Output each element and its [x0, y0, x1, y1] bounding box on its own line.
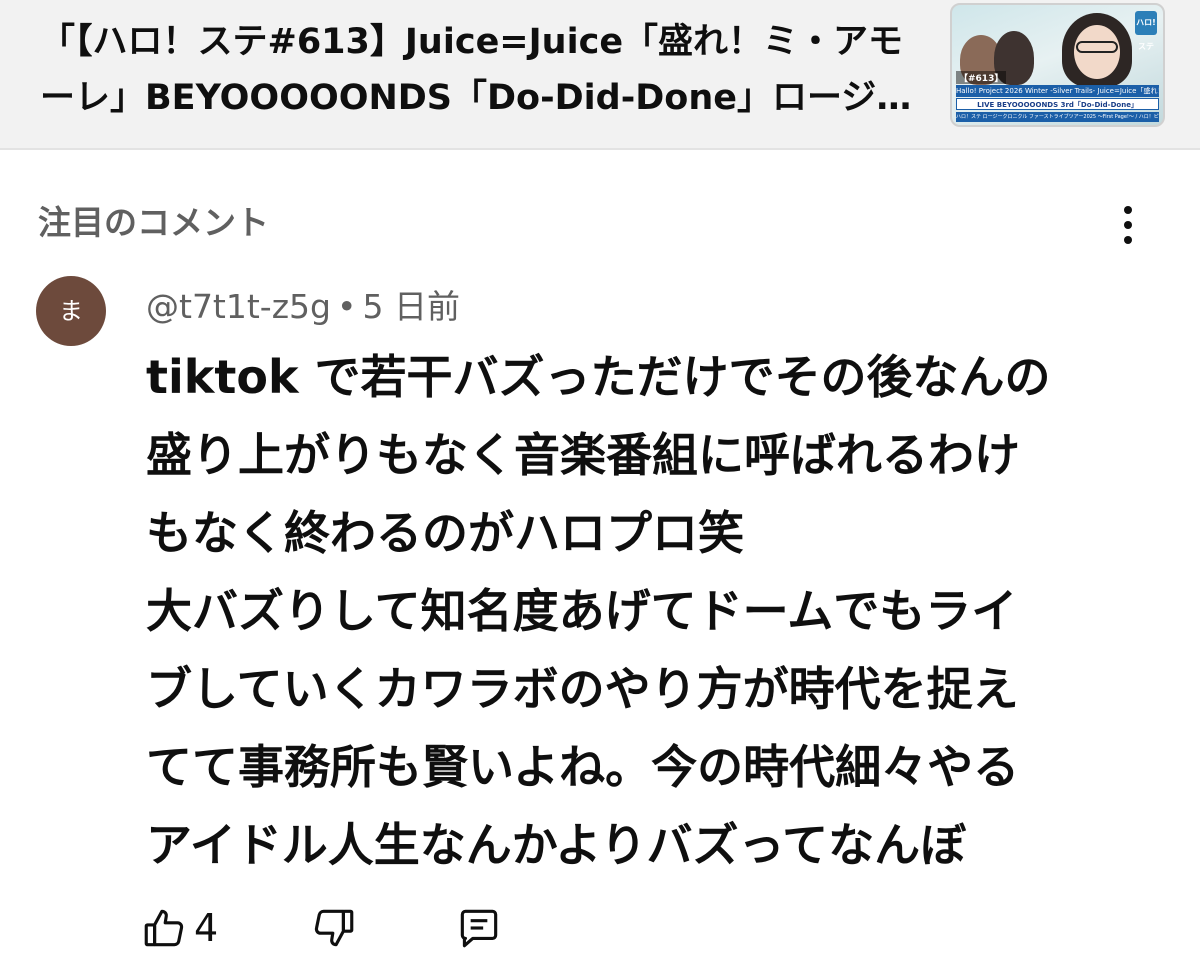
comment-line: もなく終わるのがハロプロ笑 [146, 506, 744, 560]
comment-time: 5 日前 [362, 287, 460, 326]
thumbnail-glasses [1076, 41, 1118, 53]
video-header[interactable]: 「【ハロ！ステ#613】Juice=Juice「盛れ！ミ・アモーレ」BEYOOO… [0, 0, 1200, 150]
reply-comment-icon [460, 909, 498, 948]
avatar[interactable]: ま [36, 276, 106, 346]
video-title[interactable]: 「【ハロ！ステ#613】Juice=Juice「盛れ！ミ・アモーレ」BEYOOO… [40, 14, 920, 126]
comments-section-title: 注目のコメント [38, 203, 269, 242]
comment-actions: 4 [140, 900, 560, 956]
reply-button[interactable] [454, 900, 504, 956]
meta-separator: • [336, 287, 357, 326]
menu-dot [1124, 206, 1132, 214]
thumbnail-episode-tag: 【#613】 [956, 71, 1007, 84]
menu-dot [1124, 236, 1132, 244]
comment-author[interactable]: @t7t1t-z5g [146, 287, 331, 326]
thumbnail-caption-2: LIVE BEYOOOOONDS 3rd「Do-Did-Done」 [956, 98, 1159, 110]
comment-line: 大バズりして知名度あげてドームでもライ [146, 584, 1018, 638]
dislike-button[interactable] [308, 900, 358, 956]
thumbnail-caption-1: Hallo! Project 2026 Winter -Silver Trail… [956, 85, 1159, 97]
thumbs-down-icon [314, 909, 354, 947]
comment-line: アイドル人生なんかよりバズってなんぼ [146, 818, 967, 872]
thumbnail-caption-3: ハロ！ステ ロージークロニクル ファーストライブツアー2025 〜First P… [956, 112, 1159, 122]
comment-text[interactable]: tiktok で若干バズっただけでその後なんの 盛り上がりもなく音楽番組に呼ばれ… [146, 338, 1146, 884]
more-vertical-icon[interactable] [1112, 202, 1144, 248]
comment-line: ブしていくカワラボのやり方が時代を捉え [146, 662, 1019, 716]
menu-dot [1124, 221, 1132, 229]
comment-line: tiktok で若干バズっただけでその後なんの [146, 350, 1051, 404]
comment-line: 盛り上がりもなく音楽番組に呼ばれるわけ [146, 428, 1020, 482]
video-thumbnail[interactable]: ハロ!ステ 【#613】 Hallo! Project 2026 Winter … [950, 3, 1165, 127]
like-count: 4 [194, 906, 219, 950]
like-button[interactable]: 4 [140, 900, 218, 956]
thumbs-up-icon [144, 909, 184, 947]
comment-line: てて事務所も賢いよね。今の時代細々やる [146, 740, 1020, 794]
comment-meta: @t7t1t-z5g • 5 日前 [146, 280, 460, 328]
thumbnail-badge: ハロ!ステ [1135, 11, 1157, 51]
